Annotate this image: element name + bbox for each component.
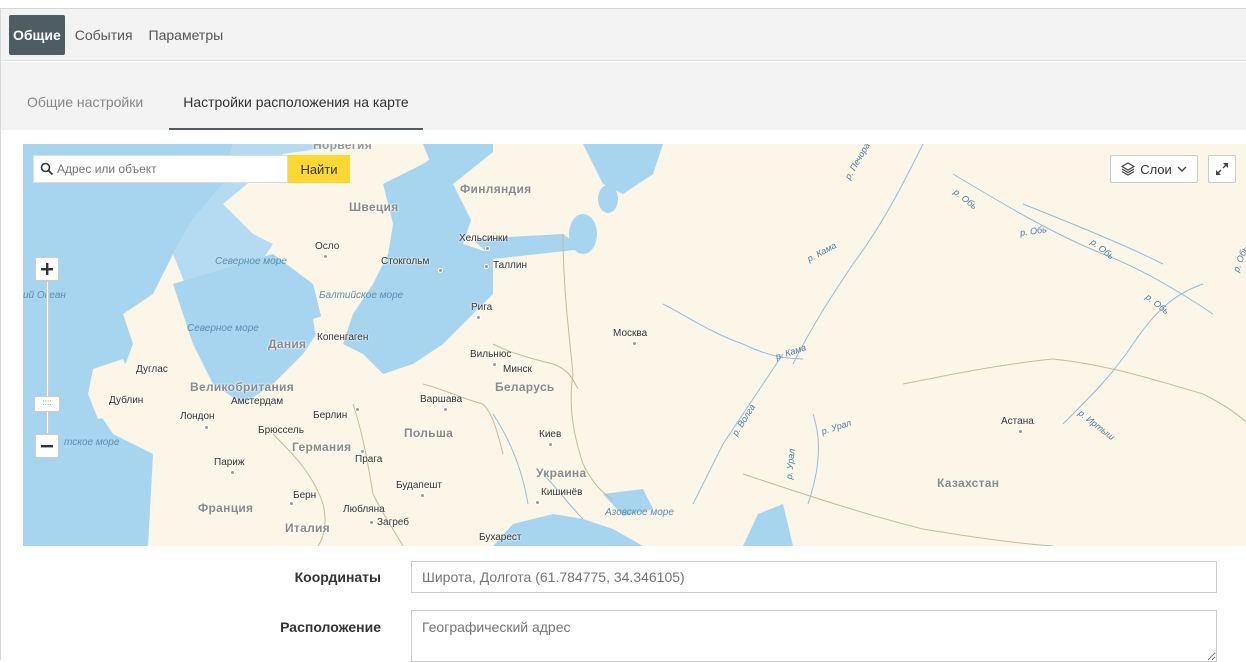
map-search-box[interactable] bbox=[33, 155, 288, 183]
label-north-sea-2: Северное море bbox=[187, 323, 259, 334]
label-poland: Польша bbox=[404, 426, 454, 440]
city-dot bbox=[323, 254, 328, 259]
label-helsinki: Хельсинки bbox=[459, 233, 509, 244]
city-dot bbox=[535, 500, 540, 505]
label-copenhagen: Копенгаген bbox=[317, 332, 369, 343]
zoom-out-button[interactable] bbox=[35, 434, 59, 458]
city-dot bbox=[355, 407, 360, 412]
label-irish-sea: тское море bbox=[64, 437, 120, 448]
layers-icon bbox=[1121, 162, 1136, 176]
city-dot bbox=[443, 407, 448, 412]
sub-tab-bar: Общие настройки Настройки расположения н… bbox=[1, 62, 1246, 130]
label-sweden: Швеция bbox=[349, 200, 399, 214]
label-riga: Рига bbox=[471, 302, 493, 313]
subtab-general-settings[interactable]: Общие настройки bbox=[23, 62, 147, 130]
label-vilnius: Вильнюс bbox=[470, 349, 512, 360]
label-dublin: Дублин bbox=[109, 395, 144, 406]
label-ocean: ий Океан bbox=[23, 290, 66, 301]
map-search-input[interactable] bbox=[57, 162, 277, 176]
zoom-slider-handle[interactable]: :::: bbox=[34, 396, 60, 412]
location-textarea[interactable] bbox=[411, 610, 1217, 662]
layers-label: Слои bbox=[1140, 161, 1172, 177]
map-view[interactable]: Норвегия Финляндия Швеция Хельсинки Осло… bbox=[23, 144, 1246, 546]
city-dot bbox=[476, 315, 481, 320]
label-london: Лондон bbox=[180, 411, 215, 422]
location-row: Расположение bbox=[1, 610, 1246, 662]
tab-parameters[interactable]: Параметры bbox=[143, 15, 230, 55]
label-denmark: Дания bbox=[268, 337, 307, 351]
label-astana: Астана bbox=[1001, 416, 1034, 427]
label-bucharest: Бухарест bbox=[479, 532, 522, 543]
label-finland: Финляндия bbox=[460, 182, 532, 196]
city-dot bbox=[204, 425, 209, 430]
chevron-down-icon bbox=[1177, 166, 1187, 172]
city-dot bbox=[438, 268, 443, 273]
label-kazakhstan: Казахстан bbox=[937, 476, 1000, 490]
label-italy: Италия bbox=[285, 521, 330, 535]
label-moscow: Москва bbox=[613, 328, 648, 339]
tab-events[interactable]: События bbox=[69, 15, 139, 55]
label-berlin: Берлин bbox=[313, 410, 348, 421]
layers-button[interactable]: Слои bbox=[1110, 155, 1198, 183]
label-kiev: Киев bbox=[539, 429, 562, 440]
city-dot bbox=[1018, 429, 1023, 434]
subtab-map-location-settings[interactable]: Настройки расположения на карте bbox=[169, 62, 423, 130]
label-zagreb: Загреб bbox=[377, 517, 409, 528]
city-dot bbox=[369, 520, 374, 525]
label-france: Франция bbox=[198, 501, 254, 515]
city-dot bbox=[360, 449, 365, 454]
coords-row: Координаты bbox=[1, 561, 1246, 593]
label-brussels: Брюссель bbox=[258, 425, 304, 436]
label-stockholm: Стокгольм bbox=[381, 256, 430, 267]
label-chisinau: Кишинёв bbox=[541, 487, 583, 498]
tab-general[interactable]: Общие bbox=[9, 14, 65, 55]
label-douglas: Дуглас bbox=[136, 364, 168, 375]
city-dot bbox=[485, 246, 490, 251]
top-tab-bar: Общие События Параметры bbox=[1, 9, 1246, 61]
label-great-britain: Великобритания bbox=[190, 380, 295, 394]
label-paris: Париж bbox=[214, 457, 245, 468]
city-dot bbox=[230, 470, 235, 475]
city-dot bbox=[548, 442, 553, 447]
city-dot bbox=[492, 362, 497, 367]
search-icon bbox=[40, 162, 54, 176]
label-tallinn: Таллин bbox=[493, 260, 527, 271]
label-north-sea-1: Северное море bbox=[215, 256, 287, 267]
label-ljubljana: Любляна bbox=[343, 504, 385, 515]
coords-input[interactable] bbox=[411, 561, 1217, 593]
fullscreen-icon bbox=[1216, 163, 1228, 175]
zoom-in-button[interactable] bbox=[35, 257, 59, 281]
label-belarus: Беларусь bbox=[495, 380, 555, 394]
label-minsk: Минск bbox=[503, 364, 532, 375]
fullscreen-button[interactable] bbox=[1208, 155, 1236, 183]
label-amsterdam: Амстердам bbox=[231, 396, 284, 407]
label-warsaw: Варшава bbox=[420, 394, 463, 405]
label-azov-sea: Азовское море bbox=[605, 507, 674, 518]
city-dot bbox=[632, 341, 637, 346]
city-dot bbox=[289, 501, 294, 506]
label-budapest: Будапешт bbox=[396, 480, 442, 491]
city-dot bbox=[420, 493, 425, 498]
find-button[interactable]: Найти bbox=[288, 155, 350, 183]
location-label: Расположение bbox=[280, 619, 381, 635]
plus-icon bbox=[41, 263, 53, 275]
label-norway: Норвегия bbox=[313, 144, 372, 152]
label-germany: Германия bbox=[292, 440, 352, 454]
minus-icon bbox=[41, 445, 53, 448]
label-ukraine: Украина bbox=[536, 466, 587, 480]
city-dot bbox=[484, 264, 489, 269]
label-baltic-sea: Балтийское море bbox=[319, 290, 404, 301]
settings-panel: Общие События Параметры Общие настройки … bbox=[0, 8, 1246, 662]
label-bern: Берн bbox=[293, 490, 317, 501]
label-oslo: Осло bbox=[315, 241, 340, 252]
coords-label: Координаты bbox=[294, 569, 381, 585]
label-prague: Прага bbox=[355, 454, 383, 465]
